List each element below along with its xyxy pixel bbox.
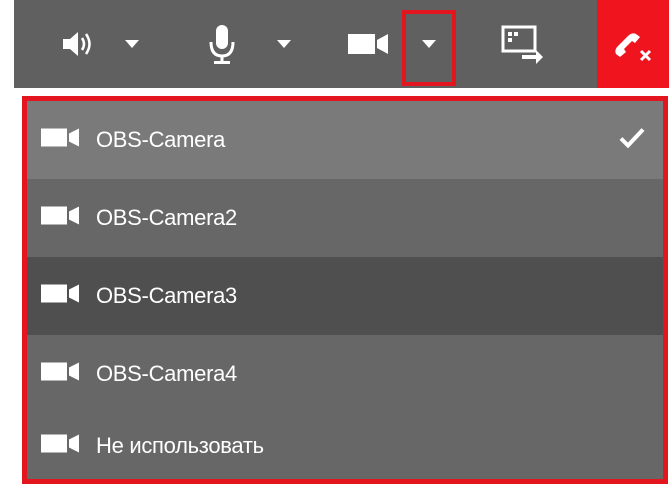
speaker-icon: [63, 32, 91, 56]
speaker-dropdown-button[interactable]: [118, 0, 146, 88]
video-camera-icon: [40, 205, 80, 232]
hang-up-button[interactable]: [597, 0, 669, 88]
video-camera-icon: [40, 127, 80, 154]
microphone-dropdown-button[interactable]: [270, 0, 298, 88]
camera-menu-item[interactable]: OBS-Camera4: [27, 335, 663, 413]
chevron-down-icon: [277, 40, 291, 48]
video-camera-icon: [40, 433, 80, 460]
camera-select-menu: OBS-Camera OBS-Camera2 OBS-Camera3 OBS-Came…: [22, 96, 668, 484]
microphone-icon: [209, 25, 235, 64]
video-camera-icon: [348, 34, 388, 54]
screen-share-button[interactable]: [498, 0, 546, 88]
camera-menu-item-label: OBS-Camera2: [96, 205, 237, 230]
camera-menu-item-label: OBS-Camera3: [96, 283, 237, 308]
camera-menu-list: OBS-Camera OBS-Camera2 OBS-Camera3 OBS-Came…: [27, 101, 663, 479]
camera-button[interactable]: [344, 0, 392, 88]
camera-menu-item[interactable]: OBS-Camera2: [27, 179, 663, 257]
checkmark-icon: [619, 127, 645, 154]
camera-menu-item-label: OBS-Camera4: [96, 361, 237, 386]
chevron-down-icon: [125, 40, 139, 48]
camera-menu-item-label: Не использовать: [96, 433, 264, 458]
microphone-button[interactable]: [202, 0, 242, 88]
camera-menu-item[interactable]: OBS-Camera3: [27, 257, 663, 335]
call-toolbar: [14, 0, 669, 88]
camera-dropdown-highlight: [402, 10, 456, 86]
video-camera-icon: [40, 361, 80, 388]
screen-share-icon: [501, 25, 543, 64]
camera-menu-item-label: OBS-Camera: [96, 127, 226, 152]
speaker-button[interactable]: [58, 0, 100, 88]
camera-menu-item[interactable]: OBS-Camera: [27, 101, 663, 179]
camera-menu-item[interactable]: Не использовать: [27, 413, 663, 479]
hang-up-phone-icon: [615, 33, 652, 62]
video-camera-icon: [40, 283, 80, 310]
